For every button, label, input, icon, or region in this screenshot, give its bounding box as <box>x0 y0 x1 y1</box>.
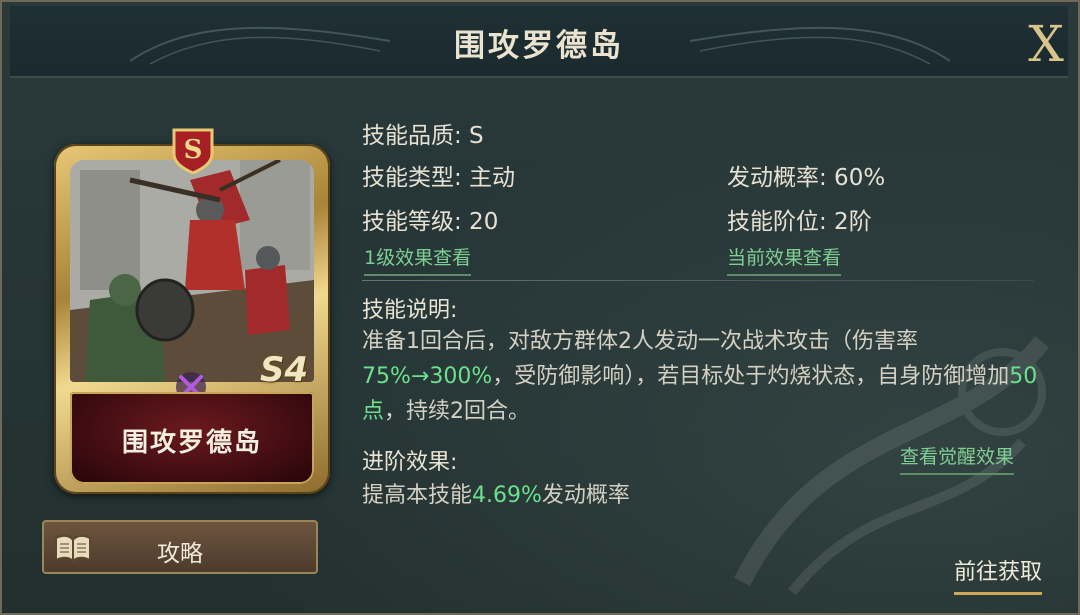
card-name-plate: 围攻罗德岛 <box>70 392 314 484</box>
awaken-effect-link[interactable]: 查看觉醒效果 <box>900 442 1015 475</box>
advance-text-suffix: 发动概率 <box>541 483 630 508</box>
close-button[interactable]: X <box>1018 16 1074 72</box>
skill-level: 技能等级: 20 <box>362 209 499 235</box>
header-bar: 围攻罗德岛 X <box>10 6 1068 78</box>
skill-type: 技能类型: 主动 <box>362 165 516 191</box>
guide-button-label: 攻略 <box>157 541 203 567</box>
description-text-3: ，持续2回合。 <box>384 399 531 424</box>
skill-detail-panel: 围攻罗德岛 X S S4 围攻罗德岛 攻略 技能品质: S 技能类型: 主动 发… <box>0 0 1080 615</box>
advance-description: 提高本技能4.69%发动概率 <box>362 477 630 509</box>
grade-letter: S <box>184 135 203 165</box>
level1-effect-link[interactable]: 1级效果查看 <box>364 243 472 276</box>
skill-card: S S4 围攻罗德岛 <box>54 126 330 496</box>
trigger-rate: 发动概率: 60% <box>727 165 886 191</box>
page-title: 围攻罗德岛 <box>454 28 624 64</box>
battle-scene-image <box>70 160 314 382</box>
skill-rank: 技能阶位: 2阶 <box>727 209 872 235</box>
advance-value: 4.69% <box>472 483 542 508</box>
card-name: 围攻罗德岛 <box>121 428 262 458</box>
advance-text-prefix: 提高本技能 <box>362 483 473 508</box>
damage-rate-value: 75%→300% <box>362 364 493 389</box>
guide-button[interactable]: 攻略 <box>42 520 318 574</box>
card-artwork <box>70 160 314 382</box>
advance-title: 进阶效果: <box>362 450 458 475</box>
skill-quality: 技能品质: S <box>362 123 484 149</box>
skill-description: 准备1回合后，对敌方群体2人发动一次战术攻击（伤害率 75%→300%，受防御影响… <box>362 324 1042 429</box>
goto-acquire-button[interactable]: 前往获取 <box>954 554 1043 595</box>
description-text-2: ，受防御影响），若目标处于灼烧状态，自身防御增加 <box>492 364 1010 389</box>
description-title: 技能说明: <box>362 298 458 323</box>
card-level-tag: S4 <box>260 350 309 390</box>
section-divider <box>362 280 1034 281</box>
description-text-1: 准备1回合后，对敌方群体2人发动一次战术攻击（伤害率 <box>362 329 918 354</box>
grade-s-badge: S <box>172 128 214 174</box>
current-effect-link[interactable]: 当前效果查看 <box>727 243 842 276</box>
